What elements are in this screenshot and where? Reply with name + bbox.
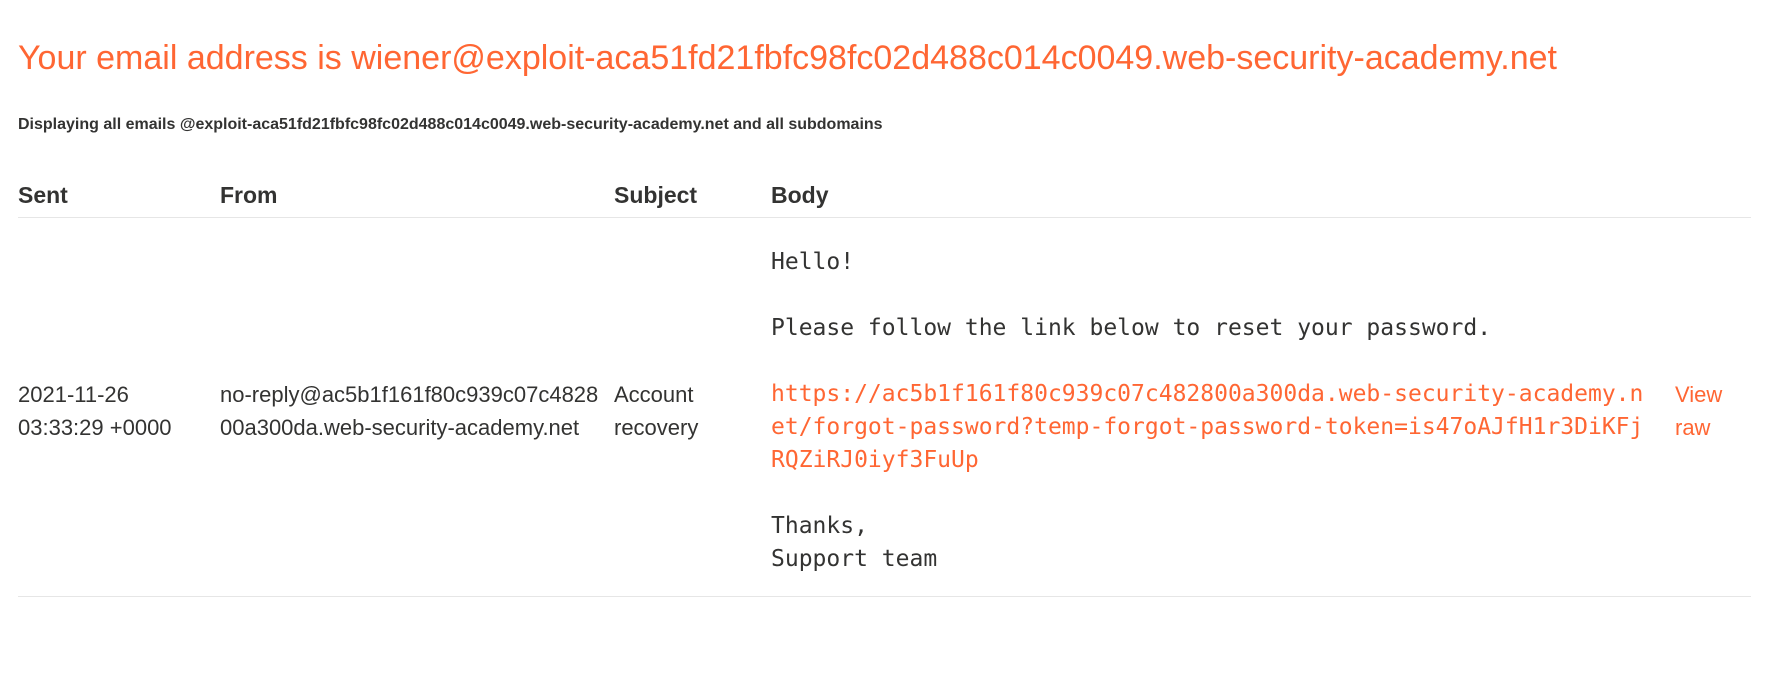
table-header-row: Sent From Subject Body	[18, 172, 1751, 218]
column-header-actions	[1675, 172, 1751, 218]
column-header-body: Body	[771, 172, 1675, 218]
column-header-sent: Sent	[18, 172, 220, 218]
email-from-address: no-reply@ac5b1f161f80c939c07c482800a300d…	[220, 382, 599, 440]
display-filter-note: Displaying all emails @exploit-aca51fd21…	[18, 116, 883, 133]
email-from-cell: no-reply@ac5b1f161f80c939c07c482800a300d…	[220, 217, 614, 597]
email-body: Hello! Please follow the link below to r…	[771, 246, 1651, 576]
view-raw-link[interactable]: View raw	[1675, 378, 1735, 444]
email-body-cell: Hello! Please follow the link below to r…	[771, 217, 1675, 597]
emails-table: Sent From Subject Body 2021-11-26 03:33:…	[18, 172, 1751, 597]
email-actions-cell: View raw	[1675, 217, 1751, 597]
body-instruction: Please follow the link below to reset yo…	[771, 315, 1492, 341]
password-reset-link[interactable]: https://ac5b1f161f80c939c07c482800a300da…	[771, 381, 1643, 473]
body-signature: Support team	[771, 546, 938, 572]
table-row: 2021-11-26 03:33:29 +0000 no-reply@ac5b1…	[18, 217, 1751, 597]
body-thanks: Thanks,	[771, 513, 868, 539]
email-subject-cell: Account recovery	[614, 217, 771, 597]
body-greeting: Hello!	[771, 249, 855, 275]
column-header-subject: Subject	[614, 172, 771, 218]
email-sent-cell: 2021-11-26 03:33:29 +0000	[18, 217, 220, 597]
column-header-from: From	[220, 172, 614, 218]
email-address-heading: Your email address is wiener@exploit-aca…	[18, 39, 1557, 77]
